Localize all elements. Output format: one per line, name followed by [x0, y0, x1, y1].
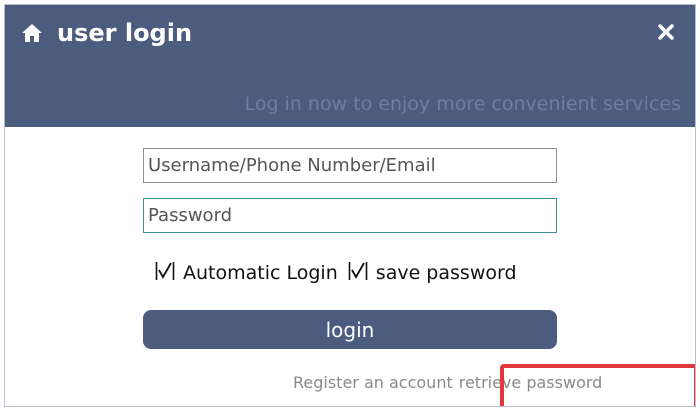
automatic-login-checkbox[interactable]: Automatic Login	[155, 260, 338, 286]
automatic-login-label: Automatic Login	[183, 262, 338, 284]
checkbox-checked-icon	[348, 262, 368, 280]
save-password-checkbox[interactable]: save password	[348, 260, 517, 286]
save-password-label: save password	[375, 262, 517, 284]
login-options: Automatic Login save password	[155, 260, 517, 286]
home-icon	[22, 24, 42, 42]
username-input[interactable]	[143, 148, 557, 183]
dialog-subtitle: Log in now to enjoy more convenient serv…	[244, 93, 681, 115]
checkbox-checked-icon	[155, 262, 175, 280]
login-button[interactable]: login	[143, 310, 557, 349]
login-dialog: user login Log in now to enjoy more conv…	[4, 4, 696, 407]
close-icon[interactable]	[655, 21, 677, 43]
dialog-header: user login Log in now to enjoy more conv…	[5, 5, 695, 127]
highlight-box	[500, 364, 695, 406]
register-link[interactable]: Register an account	[293, 373, 453, 392]
dialog-title: user login	[57, 19, 193, 47]
password-input[interactable]	[143, 198, 557, 233]
